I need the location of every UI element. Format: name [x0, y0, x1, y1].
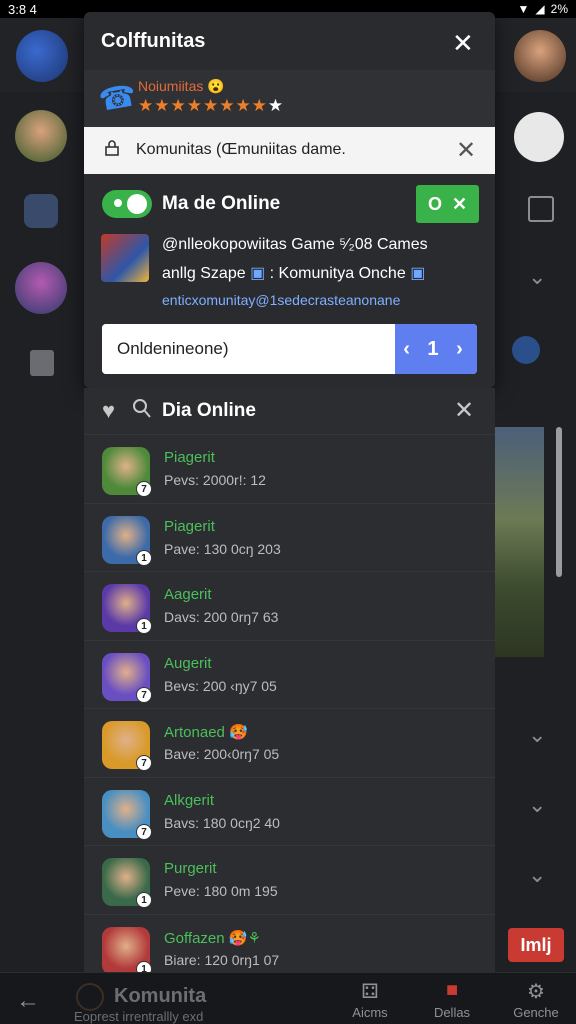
level-badge: 1: [136, 618, 152, 634]
player-stats: Davs: 200 0rŋ7 63: [164, 609, 279, 625]
friend-avatar[interactable]: [15, 110, 67, 162]
online-list-title: Dia Online: [162, 400, 256, 421]
app-logo-icon[interactable]: [16, 30, 68, 82]
close-icon[interactable]: ✕: [454, 396, 474, 425]
scrollbar[interactable]: [556, 427, 562, 577]
search-icon[interactable]: [132, 398, 152, 420]
list-item[interactable]: 7 Artonaed 🥵 Bave: 200‹0rŋ7 05: [84, 708, 495, 776]
player-name: Piagerit: [164, 517, 215, 535]
list-item[interactable]: 1 Purgerit Peve: 180 0m 195: [84, 845, 495, 913]
community-logo-icon: [76, 983, 104, 1011]
panel-title: Colffunitas: [101, 30, 206, 52]
online-status-chip[interactable]: O ✕: [416, 185, 479, 223]
phone-icon: ☎: [96, 79, 139, 118]
game-description: @nlleokopowiitas Game ⁵⁄₂08 Cames: [162, 236, 428, 253]
player-name: Goffazen 🥵⚘: [164, 929, 261, 947]
player-stats: Bevs: 200 ‹ŋy7 05: [164, 677, 277, 694]
red-action-button[interactable]: Imlj: [508, 928, 564, 962]
pager-button[interactable]: ‹ 1 ›: [395, 324, 477, 374]
clock: 3:8 4: [8, 1, 37, 17]
chevron-down-icon[interactable]: ⌄: [528, 862, 546, 888]
level-badge: 7: [136, 481, 152, 497]
tab-settings[interactable]: ⚙ Genche: [506, 979, 566, 1020]
background-artwork: [494, 427, 544, 657]
list-item[interactable]: 1 Piagerit Pave: 130 0cŋ 203: [84, 502, 495, 571]
bottom-subtitle: Eoprest irrentrallly exd: [74, 1009, 204, 1024]
player-name: Piagerit: [164, 449, 215, 466]
online-list-header: ♥ Dia Online ✕: [84, 388, 495, 434]
game-avatar[interactable]: [15, 262, 67, 314]
search-bar[interactable]: Komunitas (Œmuniitas dame. ✕: [84, 127, 495, 174]
player-stats: Bavs: 180 0cŋ2 40: [164, 814, 280, 831]
clear-search-icon[interactable]: ✕: [456, 136, 476, 165]
player-name: Artonaed 🥵: [164, 724, 248, 741]
image-icon: ▣: [250, 265, 266, 282]
game-thumbnail: [101, 234, 149, 282]
wifi-icon: ▼: [517, 2, 530, 16]
notification-row[interactable]: ☎ Noiumiitas 😮 ★★★★★★★★★: [84, 70, 495, 128]
list-item[interactable]: 7 Piagerit Pevs: 2000r!: 12: [84, 434, 495, 502]
code-input-group: ‹ 1 ›: [102, 324, 477, 374]
gift-icon: ■: [445, 979, 459, 1001]
heart-icon[interactable]: ♥: [102, 398, 115, 424]
online-toggle[interactable]: [102, 190, 152, 218]
notification-text: Noiumiitas 😮: [138, 78, 225, 94]
level-badge: 7: [136, 755, 152, 771]
chevron-down-icon[interactable]: ⌄: [528, 264, 546, 290]
close-icon[interactable]: ✕: [452, 28, 474, 59]
list-item[interactable]: 7 Augerit Bevs: 200 ‹ŋy7 05: [84, 639, 495, 708]
player-stats: Pevs: 2000r!: 12: [164, 472, 266, 488]
gear-icon: ⚙: [527, 981, 545, 1003]
profile-avatar[interactable]: [514, 30, 566, 82]
online-list-panel: ♥ Dia Online ✕ 7 Piagerit Pevs: 2000r!: 12…: [84, 388, 495, 984]
list-item[interactable]: 1 Aagerit Davs: 200 0rŋ7 63: [84, 571, 495, 639]
search-text: Komunitas (Œmuniitas dame.: [136, 141, 346, 158]
recycle-icon[interactable]: [512, 336, 540, 364]
bottom-bar: ← Komunita Eoprest irrentrallly exd ⚃ Ai…: [0, 972, 576, 1024]
player-name: Augerit: [164, 654, 212, 672]
signal-icon: ◢: [535, 2, 545, 16]
level-badge: 7: [136, 823, 152, 840]
image-icon: ▣: [410, 265, 426, 282]
player-stats: Biare: 120 0rŋ1 07: [164, 951, 280, 968]
player-stats: Pave: 130 0cŋ 203: [164, 540, 281, 557]
clipboard-icon[interactable]: [30, 350, 54, 376]
player-stats: Bave: 200‹0rŋ7 05: [164, 746, 280, 762]
code-input[interactable]: [102, 324, 395, 374]
tab-deals[interactable]: ■ Dellas: [422, 979, 482, 1020]
chevron-down-icon[interactable]: ⌄: [528, 722, 546, 748]
chevron-down-icon[interactable]: ⌄: [528, 792, 546, 818]
star-rating: ★★★★★★★★★: [138, 96, 285, 115]
game-subtitle: anllg Szape ▣ : Komunitya Onche ▣: [162, 265, 426, 282]
level-badge: 7: [136, 686, 152, 703]
status-icons: ▼ ◢ 2%: [518, 2, 568, 16]
tab-actions[interactable]: ⚃ Aicms: [340, 979, 400, 1020]
level-badge: 1: [136, 892, 152, 908]
level-badge: 1: [136, 549, 152, 566]
star-empty-icon: ★: [267, 96, 285, 115]
community-link[interactable]: enticxomunitay@1sedecrasteanonane: [162, 292, 400, 308]
bottom-title: Komunita: [114, 985, 207, 1007]
battery-label: 2%: [550, 2, 568, 16]
hexagon-icon[interactable]: [24, 194, 58, 228]
player-name: Aagerit: [164, 586, 212, 603]
player-name: Purgerit: [164, 860, 217, 877]
add-icon[interactable]: [528, 196, 554, 222]
player-stats: Peve: 180 0m 195: [164, 883, 278, 899]
online-mode-card: Ma de Online O ✕ @nlleokopowiitas Game ⁵⁄…: [84, 174, 495, 388]
player-name: Alkgerit: [164, 791, 215, 809]
compass-icon[interactable]: [514, 112, 564, 162]
list-item[interactable]: 7 Alkgerit Bavs: 180 0cŋ2 40: [84, 776, 495, 845]
lock-icon: [105, 140, 119, 156]
background-sidebar: [0, 92, 84, 972]
controller-icon: ⚃: [361, 981, 379, 1003]
close-icon[interactable]: ✕: [452, 194, 467, 215]
card-title: Ma de Online: [162, 193, 281, 214]
back-arrow-icon[interactable]: ←: [16, 987, 40, 1015]
